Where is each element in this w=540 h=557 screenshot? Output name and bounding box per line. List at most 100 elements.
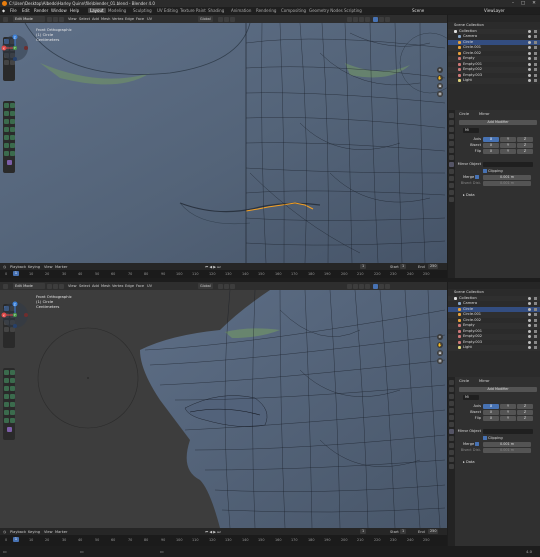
mode-selector[interactable]: Edit Mode — [13, 283, 45, 289]
pivot-icon[interactable] — [218, 16, 223, 22]
bevel-tool-icon[interactable] — [10, 378, 15, 383]
menu-view[interactable]: View — [68, 17, 77, 21]
menu-vertex[interactable]: Vertex — [112, 284, 124, 288]
menu-edge[interactable]: Edge — [125, 284, 134, 288]
tab-scripting[interactable]: Scripting — [344, 8, 362, 13]
particles-tab-icon[interactable] — [449, 436, 454, 441]
menu-mesh[interactable]: Mesh — [101, 17, 110, 21]
data-tab-icon[interactable] — [449, 457, 454, 462]
gizmo-toggle-icon[interactable] — [353, 16, 358, 22]
timeline-editor-icon[interactable]: ◷ — [3, 530, 6, 534]
shading-solid-icon[interactable] — [373, 16, 378, 22]
bisect-distance-field[interactable]: 0.001 m — [483, 447, 531, 453]
data-tab-icon[interactable] — [449, 190, 454, 195]
menu-edge[interactable]: Edge — [125, 17, 134, 21]
start-frame-field[interactable]: 1 — [400, 264, 407, 269]
add-cube-tool-icon[interactable] — [4, 370, 9, 375]
menu-face[interactable]: Face — [136, 284, 144, 288]
mirror-object-field[interactable] — [483, 429, 533, 434]
spin-tool-icon[interactable] — [10, 394, 15, 399]
face-select-icon[interactable] — [59, 283, 64, 289]
frame-ruler-bottom[interactable]: 1 0 10 20 30 40 50 60 70 80 90 100 110 1… — [0, 536, 447, 545]
render-tab-icon[interactable] — [449, 387, 454, 392]
flip-z-toggle[interactable]: Z — [517, 149, 533, 154]
camera-view-icon[interactable]: ▣ — [437, 83, 443, 89]
tab-shading[interactable]: Shading — [208, 8, 224, 13]
clipping-checkbox[interactable] — [483, 169, 487, 173]
menu-add[interactable]: Add — [92, 284, 99, 288]
merge-distance-field[interactable]: 0.001 m — [483, 441, 531, 447]
modifier-tab-icon[interactable] — [449, 162, 454, 167]
particles-tab-icon[interactable] — [449, 169, 454, 174]
menu-playback[interactable]: Playback — [10, 265, 26, 269]
material-tab-icon[interactable] — [449, 464, 454, 469]
tab-compositing[interactable]: Compositing — [281, 8, 306, 13]
modifier-name-field[interactable]: Mi — [463, 395, 479, 400]
menu-keying[interactable]: Keying — [28, 265, 40, 269]
gizmo-toggle-icon[interactable] — [353, 283, 358, 289]
menu-view[interactable]: View — [44, 530, 53, 534]
add-modifier-button[interactable]: Add Modifier — [459, 120, 537, 125]
smooth-tool-icon[interactable] — [4, 402, 9, 407]
menu-edit[interactable]: Edit — [22, 8, 30, 13]
editor-type-icon[interactable] — [3, 16, 8, 22]
inset-tool-icon[interactable] — [4, 378, 9, 383]
view-layer-tab-icon[interactable] — [449, 401, 454, 406]
bisect-x-toggle[interactable]: X — [483, 143, 499, 148]
tab-geometry-nodes[interactable]: Geometry Nodes — [309, 8, 343, 13]
merge-checkbox[interactable] — [475, 175, 479, 179]
physics-tab-icon[interactable] — [449, 443, 454, 448]
transform-orientation[interactable]: Global — [198, 16, 213, 22]
menu-view[interactable]: View — [44, 265, 53, 269]
axis-z-toggle[interactable]: Z — [517, 137, 533, 142]
menu-keying[interactable]: Keying — [28, 530, 40, 534]
shading-rendered-icon[interactable] — [385, 283, 390, 289]
menu-playback[interactable]: Playback — [10, 530, 26, 534]
outliner-row-light[interactable]: Light — [448, 345, 540, 351]
menu-select[interactable]: Select — [79, 17, 90, 21]
viewport-bottom[interactable]: Front Orthographic (1) Circle Centimeter… — [0, 290, 447, 528]
navigation-gizmo-top[interactable]: X Z Y — [0, 33, 30, 63]
menu-uv[interactable]: UV — [147, 17, 152, 21]
scene-tab-icon[interactable] — [449, 141, 454, 146]
poly-build-tool-icon[interactable] — [4, 127, 9, 132]
inset-tool-icon[interactable] — [4, 111, 9, 116]
spin-tool-icon[interactable] — [10, 127, 15, 132]
world-tab-icon[interactable] — [449, 415, 454, 420]
shading-rendered-icon[interactable] — [385, 16, 390, 22]
mirror-object-field[interactable] — [483, 162, 533, 167]
render-tab-icon[interactable] — [449, 120, 454, 125]
menu-face[interactable]: Face — [136, 17, 144, 21]
zoom-icon[interactable]: ⊕ — [437, 334, 443, 340]
shrink-tool-icon[interactable] — [4, 143, 9, 148]
rip-edge-tool-icon[interactable] — [10, 418, 15, 423]
menu-marker[interactable]: Marker — [55, 530, 67, 534]
tool-tab-icon[interactable] — [449, 113, 454, 118]
shear-tool-icon[interactable] — [10, 143, 15, 148]
menu-help[interactable]: Help — [70, 8, 79, 13]
bisect-distance-field[interactable]: 0.001 m — [483, 180, 531, 186]
visibility-icon[interactable] — [347, 283, 352, 289]
proportional-edit-icon[interactable] — [230, 16, 235, 22]
data-subpanel-header[interactable]: ▸ Data — [463, 460, 475, 464]
shrink-tool-icon[interactable] — [4, 410, 9, 415]
snap-icon[interactable] — [224, 283, 229, 289]
axis-y-toggle[interactable]: Y — [500, 137, 516, 142]
tab-modeling[interactable]: Modeling — [108, 8, 126, 13]
flip-y-toggle[interactable]: Y — [500, 149, 516, 154]
perspective-toggle-icon[interactable]: ▦ — [437, 91, 443, 97]
knife-tool-icon[interactable] — [10, 119, 15, 124]
object-tab-icon[interactable] — [449, 422, 454, 427]
edge-select-icon[interactable] — [53, 16, 58, 22]
menu-add[interactable]: Add — [92, 17, 99, 21]
extrude-tool-icon[interactable] — [10, 103, 15, 108]
viewport-top[interactable]: Front Orthographic (1) Circle Centimeter… — [0, 23, 447, 263]
blender-menu-icon[interactable]: ◆ — [2, 8, 5, 13]
minimize-button[interactable]: – — [508, 0, 518, 7]
tab-texture-paint[interactable]: Texture Paint — [180, 8, 206, 13]
axis-x-toggle[interactable]: X — [483, 404, 499, 409]
bisect-z-toggle[interactable]: Z — [517, 410, 533, 415]
playhead[interactable]: 1 — [13, 271, 19, 276]
camera-view-icon[interactable]: ▣ — [437, 350, 443, 356]
menu-render[interactable]: Render — [34, 8, 48, 13]
